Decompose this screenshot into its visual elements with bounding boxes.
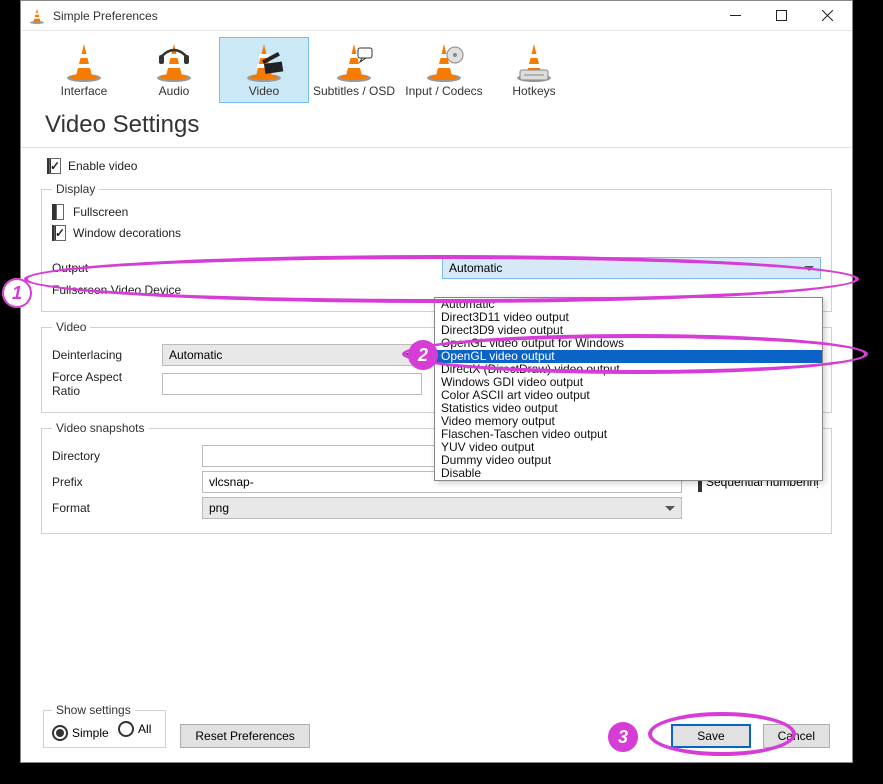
output-dropdown-list[interactable]: AutomaticDirect3D11 video outputDirect3D… [434,297,823,481]
group-legend: Video snapshots [52,421,149,435]
tab-label: Video [249,84,279,98]
group-legend: Video [52,320,90,334]
chevron-down-icon [804,266,814,271]
checkbox-label: Window decorations [73,226,181,240]
vlc-icon [29,8,45,24]
chevron-down-icon [665,506,675,511]
radio-all[interactable]: All [118,721,151,737]
save-button[interactable]: Save [671,724,750,748]
maximize-button[interactable] [758,1,804,30]
format-label: Format [52,501,192,515]
output-option[interactable]: Dummy video output [435,454,822,467]
tab-label: Hotkeys [512,84,555,98]
tab-label: Input / Codecs [405,84,482,98]
page-title: Video Settings [21,107,852,148]
group-legend: Display [52,182,99,196]
window-decorations-checkbox[interactable]: Window decorations [52,223,181,243]
keyboard-icon [514,42,554,82]
prefix-label: Prefix [52,475,192,489]
tab-video[interactable]: Video [219,37,309,103]
radio-label: Simple [72,726,109,740]
category-toolbar: Interface Audio Video Subtitles / OSD In… [21,31,852,107]
checkbox-label: Enable video [68,159,137,173]
format-combo[interactable]: png [202,497,682,519]
disc-icon [424,42,464,82]
fullscreen-device-label: Fullscreen Video Device [52,283,432,297]
titlebar: Simple Preferences [21,1,852,31]
force-ar-input[interactable] [162,373,422,395]
tab-input-codecs[interactable]: Input / Codecs [399,37,489,103]
window-title: Simple Preferences [53,9,712,23]
minimize-button[interactable] [712,1,758,30]
speech-icon [334,42,374,82]
combo-value: Automatic [169,348,222,362]
tab-hotkeys[interactable]: Hotkeys [489,37,579,103]
cone-icon [64,42,104,82]
close-button[interactable] [804,1,850,30]
tab-audio[interactable]: Audio [129,37,219,103]
headphones-icon [154,42,194,82]
directory-label: Directory [52,449,192,463]
combo-value: Automatic [449,261,502,275]
deinterlacing-combo[interactable]: Automatic [162,344,422,366]
tab-label: Audio [159,84,190,98]
tab-label: Interface [61,84,108,98]
radio-label: All [138,722,151,736]
radio-simple[interactable]: Simple [52,725,109,741]
cancel-button[interactable]: Cancel [763,724,830,748]
show-settings-group: Show settings Simple All [43,703,166,748]
tab-subtitles[interactable]: Subtitles / OSD [309,37,399,103]
output-option[interactable]: Disable [435,467,822,480]
checkbox-label: Fullscreen [73,205,128,219]
combo-value: png [209,501,229,515]
enable-video-checkbox[interactable]: Enable video [47,156,137,176]
tab-interface[interactable]: Interface [39,37,129,103]
force-ar-label: Force Aspect Ratio [52,370,152,398]
tab-label: Subtitles / OSD [313,84,395,98]
display-group: Display Fullscreen Window decorations Ou… [41,182,832,312]
footer: Show settings Simple All Reset Preferenc… [21,695,852,762]
clapper-icon [244,42,284,82]
deinterlacing-label: Deinterlacing [52,348,152,362]
output-combo[interactable]: Automatic [442,257,821,279]
fullscreen-checkbox[interactable]: Fullscreen [52,202,128,222]
group-legend: Show settings [52,703,135,717]
chevron-down-icon [405,353,415,358]
output-label: Output [52,261,432,275]
reset-preferences-button[interactable]: Reset Preferences [180,724,309,748]
